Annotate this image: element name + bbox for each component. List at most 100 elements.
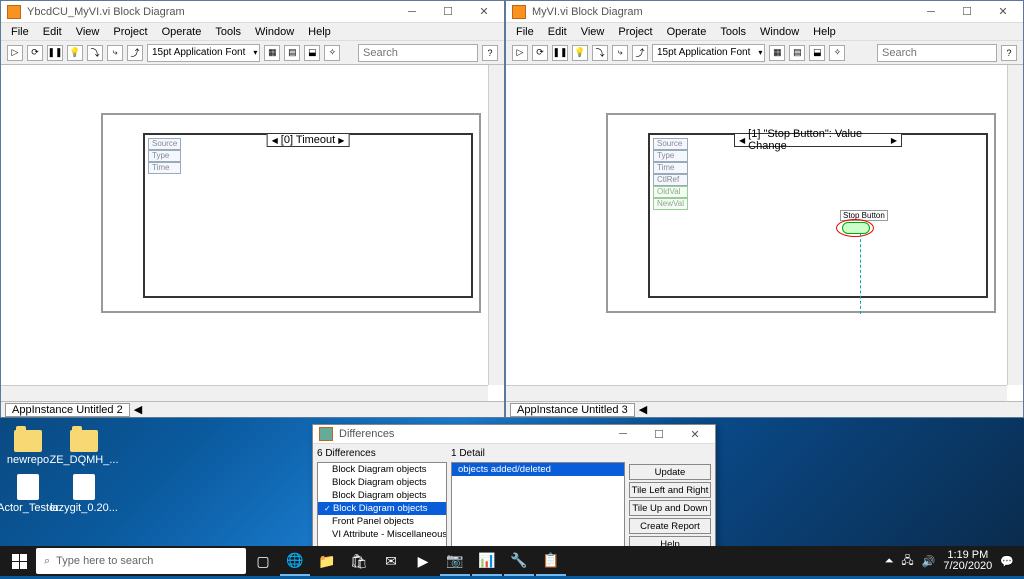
tab-scroll-left[interactable]: ◀ (639, 403, 647, 416)
desktop-icon[interactable]: newrepo (6, 430, 50, 466)
task-view-button[interactable]: ▢ (248, 546, 278, 576)
pause-button[interactable]: ❚❚ (47, 45, 63, 61)
diff-list-item[interactable]: Block Diagram objects (318, 463, 446, 476)
instance-tab[interactable]: AppInstance Untitled 3 (510, 403, 635, 417)
taskbar-app[interactable]: 📋 (536, 546, 566, 576)
system-tray[interactable]: ⏶ 🖧 🔊 1:19 PM 7/20/2020 💬 (885, 550, 1020, 572)
menu-window[interactable]: Window (249, 25, 300, 39)
cleanup-button[interactable]: ✧ (829, 45, 845, 61)
search-input[interactable] (358, 44, 478, 62)
tray-icon[interactable]: ⏶ (885, 555, 894, 568)
search-input[interactable] (877, 44, 997, 62)
block-diagram-canvas[interactable]: ◀ [0] Timeout ▶ Source Type Time (1, 65, 504, 401)
step-button[interactable]: ⤴ (632, 45, 648, 61)
titlebar[interactable]: YbcdCU_MyVI.vi Block Diagram ─ ☐ ✕ (1, 1, 504, 23)
maximize-button[interactable]: ☐ (645, 425, 673, 443)
scrollbar-vertical[interactable] (1007, 65, 1023, 385)
scrollbar-horizontal[interactable] (506, 385, 1007, 401)
diff-list-item[interactable]: Block Diagram objects (318, 476, 446, 489)
maximize-button[interactable]: ☐ (434, 3, 462, 21)
taskbar-app[interactable]: 🔧 (504, 546, 534, 576)
volume-icon[interactable]: 🔊 (922, 555, 936, 568)
taskbar-app[interactable]: 📷 (440, 546, 470, 576)
pause-button[interactable]: ❚❚ (552, 45, 568, 61)
event-data-node[interactable]: Source (653, 138, 688, 150)
run-cont-button[interactable]: ⟳ (532, 45, 548, 61)
distribute-button[interactable]: ▤ (284, 45, 300, 61)
event-data-node[interactable]: OldVal (653, 186, 688, 198)
highlight-button[interactable]: 💡 (67, 45, 83, 61)
event-case-selector[interactable]: ◀ [0] Timeout ▶ (267, 133, 350, 147)
event-data-node[interactable]: Source (148, 138, 181, 150)
close-button[interactable]: ✕ (470, 3, 498, 21)
update-button[interactable]: Update (629, 464, 711, 480)
scrollbar-vertical[interactable] (488, 65, 504, 385)
taskbar-app[interactable]: 🌐 (280, 546, 310, 576)
close-button[interactable]: ✕ (681, 425, 709, 443)
run-button[interactable]: ▷ (512, 45, 528, 61)
desktop-icon[interactable]: Actor_Tester (6, 474, 50, 514)
next-case-icon[interactable]: ▶ (891, 136, 897, 145)
menu-project[interactable]: Project (612, 25, 658, 39)
font-selector[interactable]: 15pt Application Font (652, 44, 765, 62)
run-button[interactable]: ▷ (7, 45, 23, 61)
while-loop[interactable]: ◀ [0] Timeout ▶ Source Type Time (101, 113, 481, 313)
taskbar-app[interactable]: 🛍 (344, 546, 374, 576)
menu-operate[interactable]: Operate (156, 25, 208, 39)
event-data-node[interactable]: Type (148, 150, 181, 162)
event-data-node[interactable]: Time (653, 162, 688, 174)
menu-help[interactable]: Help (807, 25, 842, 39)
menu-view[interactable]: View (575, 25, 611, 39)
diff-list-item[interactable]: Front Panel objects (318, 515, 446, 528)
event-structure[interactable]: ◀ [1] "Stop Button": Value Change ▶ Sour… (648, 133, 988, 298)
block-diagram-canvas[interactable]: ◀ [1] "Stop Button": Value Change ▶ Sour… (506, 65, 1023, 401)
menu-edit[interactable]: Edit (37, 25, 68, 39)
menu-edit[interactable]: Edit (542, 25, 573, 39)
tab-scroll-left[interactable]: ◀ (134, 403, 142, 416)
minimize-button[interactable]: ─ (609, 425, 637, 443)
taskbar-app[interactable]: ✉ (376, 546, 406, 576)
differences-list[interactable]: Block Diagram objectsBlock Diagram objec… (317, 462, 447, 552)
wire[interactable] (860, 234, 861, 314)
step-button[interactable]: ⤷ (107, 45, 123, 61)
tile-lr-button[interactable]: Tile Left and Right (629, 482, 711, 498)
close-button[interactable]: ✕ (989, 3, 1017, 21)
instance-tab[interactable]: AppInstance Untitled 2 (5, 403, 130, 417)
menu-view[interactable]: View (70, 25, 106, 39)
tile-ud-button[interactable]: Tile Up and Down (629, 500, 711, 516)
titlebar[interactable]: MyVI.vi Block Diagram ─ ☐ ✕ (506, 1, 1023, 23)
diff-list-item[interactable]: Block Diagram objects (318, 502, 446, 515)
step-button[interactable]: ⤵ (592, 45, 608, 61)
menu-tools[interactable]: Tools (714, 25, 752, 39)
step-button[interactable]: ⤵ (87, 45, 103, 61)
taskbar-app[interactable]: ▶ (408, 546, 438, 576)
distribute-button[interactable]: ▤ (789, 45, 805, 61)
clock[interactable]: 1:19 PM 7/20/2020 (943, 550, 992, 572)
scrollbar-horizontal[interactable] (1, 385, 488, 401)
step-button[interactable]: ⤷ (612, 45, 628, 61)
titlebar[interactable]: Differences ─ ☐ ✕ (313, 425, 715, 444)
detail-item[interactable]: objects added/deleted (452, 463, 624, 476)
reorder-button[interactable]: ⬓ (304, 45, 320, 61)
prev-case-icon[interactable]: ◀ (739, 136, 745, 145)
help-button[interactable]: ? (1001, 45, 1017, 61)
taskbar-search[interactable]: ⌕ Type here to search (36, 548, 246, 574)
taskbar-app[interactable]: 📁 (312, 546, 342, 576)
menu-help[interactable]: Help (302, 25, 337, 39)
create-report-button[interactable]: Create Report (629, 518, 711, 534)
step-button[interactable]: ⤴ (127, 45, 143, 61)
event-data-node[interactable]: Time (148, 162, 181, 174)
menu-file[interactable]: File (5, 25, 35, 39)
menu-operate[interactable]: Operate (661, 25, 713, 39)
notification-icon[interactable]: 💬 (1000, 555, 1014, 568)
detail-list[interactable]: objects added/deleted (451, 462, 625, 552)
font-selector[interactable]: 15pt Application Font (147, 44, 260, 62)
align-button[interactable]: ▦ (769, 45, 785, 61)
highlight-button[interactable]: 💡 (572, 45, 588, 61)
diff-list-item[interactable]: Block Diagram objects (318, 489, 446, 502)
event-data-node[interactable]: Type (653, 150, 688, 162)
menu-file[interactable]: File (510, 25, 540, 39)
taskbar-app[interactable]: 📊 (472, 546, 502, 576)
run-cont-button[interactable]: ⟳ (27, 45, 43, 61)
menu-window[interactable]: Window (754, 25, 805, 39)
